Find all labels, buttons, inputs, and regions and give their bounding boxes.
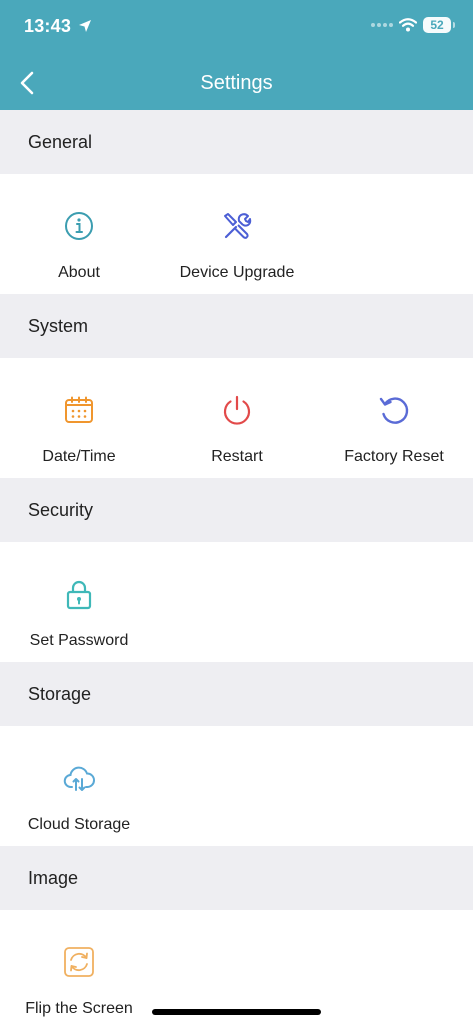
cloud-icon [63,766,95,791]
section-image: Flip the Screen [0,910,473,1024]
home-indicator [152,1009,321,1015]
set-password-button[interactable]: Set Password [0,542,158,662]
device-upgrade-button[interactable]: Device Upgrade [158,174,316,294]
section-system: Date/Time Restart Factory Reset [0,358,473,478]
section-header-general: General [0,110,473,174]
restart-button[interactable]: Restart [158,358,316,478]
battery-icon: 52 [423,17,455,33]
about-button[interactable]: About [0,174,158,294]
lock-icon [66,580,92,610]
signal-dots-icon [371,23,393,27]
section-header-storage: Storage [0,662,473,726]
section-header-security: Security [0,478,473,542]
cloud-storage-label: Cloud Storage [27,816,131,833]
info-icon [65,212,93,240]
tools-icon [224,213,252,239]
wifi-icon [399,18,417,32]
date-time-button[interactable]: Date/Time [0,358,158,478]
restart-label: Restart [211,448,263,465]
nav-bar: Settings [0,56,473,110]
section-storage: Cloud Storage [0,726,473,846]
power-icon [223,395,251,425]
factory-reset-label: Factory Reset [344,448,444,465]
page-title: Settings [200,72,273,94]
device-upgrade-label: Device Upgrade [179,264,295,281]
section-security: Set Password [0,542,473,662]
status-right: 52 [371,17,455,33]
status-time: 13:43 [24,16,72,36]
date-time-label: Date/Time [42,448,116,465]
section-header-image: Image [0,846,473,910]
section-general: About Device Upgrade [0,174,473,294]
flip-icon [64,947,94,977]
section-header-system: System [0,294,473,358]
flip-screen-label: Flip the Screen [25,1000,133,1017]
cloud-storage-button[interactable]: Cloud Storage [0,726,158,846]
calendar-icon [65,396,93,423]
refresh-icon [379,397,409,424]
flip-screen-button[interactable]: Flip the Screen [0,910,158,1024]
location-arrow-icon [79,20,91,32]
set-password-label: Set Password [29,632,129,649]
status-bar: 13:43 52 [0,0,473,56]
about-label: About [58,264,100,281]
factory-reset-button[interactable]: Factory Reset [315,358,473,478]
